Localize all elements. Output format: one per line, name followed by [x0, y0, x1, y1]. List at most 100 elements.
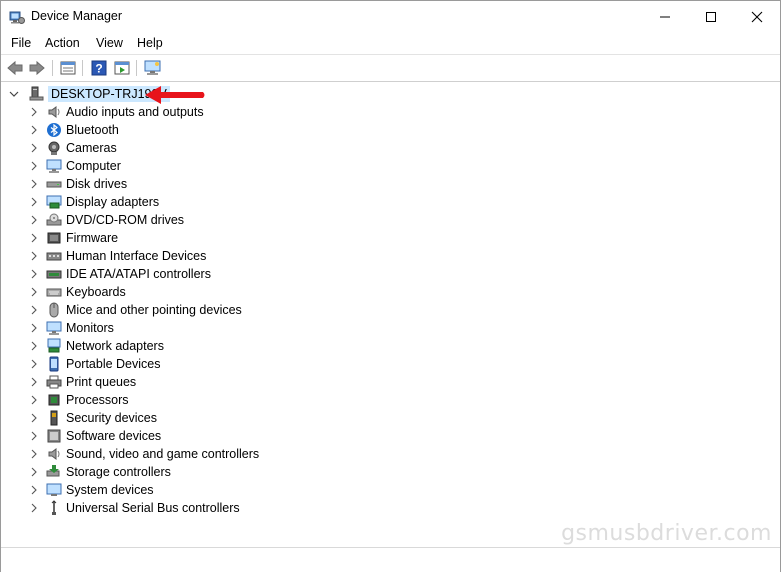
minimize-icon [660, 16, 670, 17]
scan-hardware-button[interactable] [144, 59, 162, 77]
forward-button[interactable] [28, 59, 46, 77]
storage-controller-icon [46, 464, 62, 480]
forward-icon [29, 60, 45, 76]
tree-item-firmware[interactable]: Firmware [27, 229, 118, 247]
expand-chevron-icon[interactable] [27, 411, 41, 425]
device-tree[interactable]: DESKTOP-TRJ192V Audio inputs and outputs… [1, 84, 780, 546]
tree-item-security-devices[interactable]: Security devices [27, 409, 157, 427]
tree-item-label: Display adapters [66, 195, 160, 209]
disk-drive-icon [46, 176, 62, 192]
tree-item-label: Bluetooth [66, 123, 119, 137]
tree-item-system-devices[interactable]: System devices [27, 481, 154, 499]
menu-bar: File Action View Help [1, 32, 780, 54]
tree-item-network-adapters[interactable]: Network adapters [27, 337, 164, 355]
properties-icon [60, 61, 76, 75]
tree-item-mice-and-other-pointing-devices[interactable]: Mice and other pointing devices [27, 301, 242, 319]
tree-item-bluetooth[interactable]: Bluetooth [27, 121, 119, 139]
expand-chevron-icon[interactable] [27, 123, 41, 137]
menu-file[interactable]: File [11, 36, 31, 50]
help-button[interactable]: ? [90, 59, 108, 77]
close-button[interactable] [734, 1, 780, 32]
toolbar-separator-line [1, 81, 780, 82]
tree-item-storage-controllers[interactable]: Storage controllers [27, 463, 171, 481]
printer-icon [46, 374, 62, 390]
tree-item-cameras[interactable]: Cameras [27, 139, 117, 157]
expand-chevron-icon[interactable] [27, 357, 41, 371]
help-icon: ? [91, 60, 107, 76]
run-button[interactable] [113, 59, 131, 77]
tree-item-display-adapters[interactable]: Display adapters [27, 193, 159, 211]
computer-host-icon [28, 86, 44, 102]
menu-action[interactable]: Action [45, 36, 80, 50]
expand-chevron-icon[interactable] [27, 375, 41, 389]
expand-chevron-icon[interactable] [27, 321, 41, 335]
tree-item-monitors[interactable]: Monitors [27, 319, 114, 337]
expand-chevron-icon[interactable] [27, 393, 41, 407]
status-bar [1, 547, 780, 572]
tree-item-software-devices[interactable]: Software devices [27, 427, 161, 445]
tree-item-human-interface-devices[interactable]: Human Interface Devices [27, 247, 206, 265]
toolbar-separator [82, 60, 83, 76]
camera-icon [46, 140, 62, 156]
expand-chevron-icon[interactable] [27, 213, 41, 227]
expand-chevron-icon[interactable] [27, 267, 41, 281]
collapse-chevron-icon[interactable] [7, 87, 21, 101]
tree-item-processors[interactable]: Processors [27, 391, 129, 409]
tree-item-label: Firmware [66, 231, 119, 245]
expand-chevron-icon[interactable] [27, 339, 41, 353]
tree-item-label: Keyboards [66, 285, 126, 299]
bluetooth-icon [46, 122, 62, 138]
menu-view[interactable]: View [96, 36, 123, 50]
back-button[interactable] [6, 59, 24, 77]
properties-button[interactable] [59, 59, 77, 77]
tree-item-print-queues[interactable]: Print queues [27, 373, 136, 391]
watermark: gsmusbdriver.com [561, 521, 772, 546]
tree-item-label: System devices [66, 483, 154, 497]
svg-text:?: ? [95, 62, 102, 76]
expand-chevron-icon[interactable] [27, 303, 41, 317]
tree-item-label: Processors [66, 393, 129, 407]
tree-item-label: Network adapters [66, 339, 164, 353]
tree-item-universal-serial-bus-controllers[interactable]: Universal Serial Bus controllers [27, 499, 240, 517]
expand-chevron-icon[interactable] [27, 231, 41, 245]
expand-chevron-icon[interactable] [27, 159, 41, 173]
expand-chevron-icon[interactable] [27, 483, 41, 497]
system-device-icon [46, 482, 62, 498]
tree-item-label: DVD/CD-ROM drives [66, 213, 185, 227]
maximize-icon [706, 11, 716, 22]
tree-item-portable-devices[interactable]: Portable Devices [27, 355, 161, 373]
tree-item-keyboards[interactable]: Keyboards [27, 283, 126, 301]
expand-chevron-icon[interactable] [27, 195, 41, 209]
expand-chevron-icon[interactable] [27, 177, 41, 191]
title-bar[interactable]: Device Manager [1, 1, 780, 32]
tree-item-sound-video-and-game-controllers[interactable]: Sound, video and game controllers [27, 445, 259, 463]
minimize-button[interactable] [642, 1, 688, 32]
dvd-icon [46, 212, 62, 228]
security-device-icon [46, 410, 62, 426]
tree-item-label: Cameras [66, 141, 117, 155]
expand-chevron-icon[interactable] [27, 447, 41, 461]
tree-item-disk-drives[interactable]: Disk drives [27, 175, 127, 193]
tree-item-label: Universal Serial Bus controllers [66, 501, 240, 515]
tree-item-dvd-cd-rom-drives[interactable]: DVD/CD-ROM drives [27, 211, 184, 229]
run-icon [114, 61, 130, 75]
tree-item-label: Mice and other pointing devices [66, 303, 242, 317]
expand-chevron-icon[interactable] [27, 429, 41, 443]
expand-chevron-icon[interactable] [27, 141, 41, 155]
speaker-icon [46, 104, 62, 120]
expand-chevron-icon[interactable] [27, 501, 41, 515]
annotation-arrow [145, 86, 205, 104]
tree-item-label: Sound, video and game controllers [66, 447, 260, 461]
tree-item-computer[interactable]: Computer [27, 157, 121, 175]
expand-chevron-icon[interactable] [27, 249, 41, 263]
tree-item-label: IDE ATA/ATAPI controllers [66, 267, 211, 281]
menu-help[interactable]: Help [137, 36, 163, 50]
tree-item-label: Disk drives [66, 177, 128, 191]
maximize-button[interactable] [688, 1, 734, 32]
monitor-icon [46, 320, 62, 336]
expand-chevron-icon[interactable] [27, 285, 41, 299]
expand-chevron-icon[interactable] [27, 465, 41, 479]
toolbar-separator [136, 60, 137, 76]
tree-item-ide-ata-atapi-controllers[interactable]: IDE ATA/ATAPI controllers [27, 265, 211, 283]
expand-chevron-icon[interactable] [27, 105, 41, 119]
